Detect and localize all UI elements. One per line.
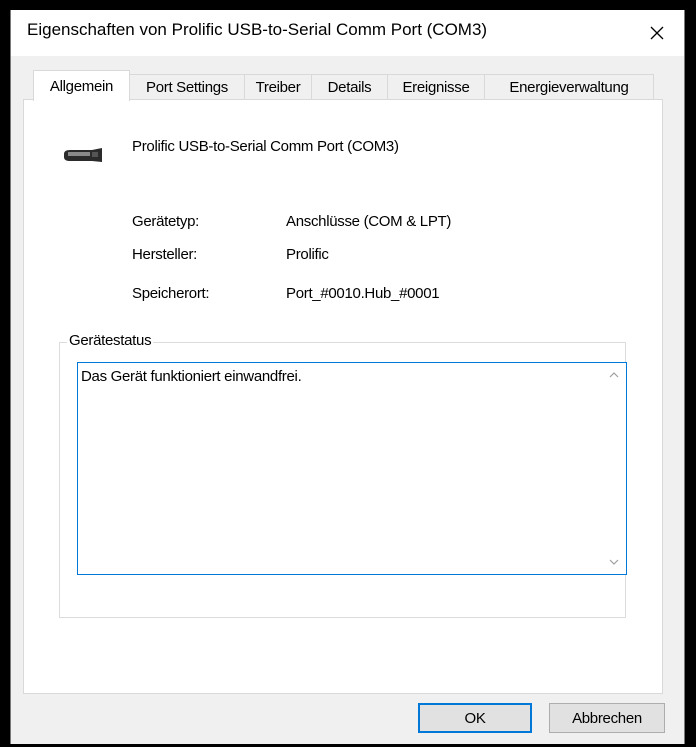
properties-dialog: Eigenschaften von Prolific USB-to-Serial… <box>10 10 685 744</box>
device-status-textbox[interactable]: Das Gerät funktioniert einwandfrei. <box>77 362 627 575</box>
location-label: Speicherort: <box>132 285 210 302</box>
close-button[interactable] <box>638 16 676 50</box>
device-type-value: Anschlüsse (COM & LPT) <box>286 213 452 230</box>
manufacturer-label: Hersteller: <box>132 246 198 263</box>
tab-label: Allgemein <box>49 77 114 95</box>
device-status-label: Gerätestatus <box>67 332 154 349</box>
window-title: Eigenschaften von Prolific USB-to-Serial… <box>27 20 488 39</box>
ok-button-label: OK <box>464 709 486 727</box>
manufacturer-value: Prolific <box>286 246 329 263</box>
tab-energieverwaltung[interactable]: Energieverwaltung <box>484 74 654 100</box>
tab-strip: Allgemein Port Settings Treiber Details … <box>23 70 663 101</box>
tab-label: Energieverwaltung <box>509 79 629 96</box>
device-status-text: Das Gerät funktioniert einwandfrei. <box>81 368 302 385</box>
device-type-label: Gerätetyp: <box>132 213 200 230</box>
tab-allgemein[interactable]: Allgemein <box>33 70 130 101</box>
tab-label: Port Settings <box>146 79 228 96</box>
device-name: Prolific USB-to-Serial Comm Port (COM3) <box>132 138 399 155</box>
tab-details[interactable]: Details <box>311 74 388 100</box>
tab-label: Ereignisse <box>402 79 470 96</box>
device-status-group: Gerätestatus Das Gerät funktioniert einw… <box>59 332 627 618</box>
scroll-up-icon[interactable] <box>606 367 622 383</box>
tab-ereignisse[interactable]: Ereignisse <box>387 74 485 100</box>
tab-panel-allgemein: Prolific USB-to-Serial Comm Port (COM3) … <box>23 99 663 694</box>
scroll-down-icon[interactable] <box>606 554 622 570</box>
serial-port-icon <box>64 148 102 162</box>
tab-label: Treiber <box>255 79 301 96</box>
close-icon <box>650 26 664 40</box>
tab-treiber[interactable]: Treiber <box>244 74 312 100</box>
title-bar: Eigenschaften von Prolific USB-to-Serial… <box>11 10 684 56</box>
cancel-button-label: Abbrechen <box>572 709 642 727</box>
tab-port-settings[interactable]: Port Settings <box>129 74 245 100</box>
location-value: Port_#0010.Hub_#0001 <box>286 285 440 302</box>
tab-label: Details <box>327 79 372 96</box>
ok-button[interactable]: OK <box>418 703 532 733</box>
cancel-button[interactable]: Abbrechen <box>549 703 665 733</box>
